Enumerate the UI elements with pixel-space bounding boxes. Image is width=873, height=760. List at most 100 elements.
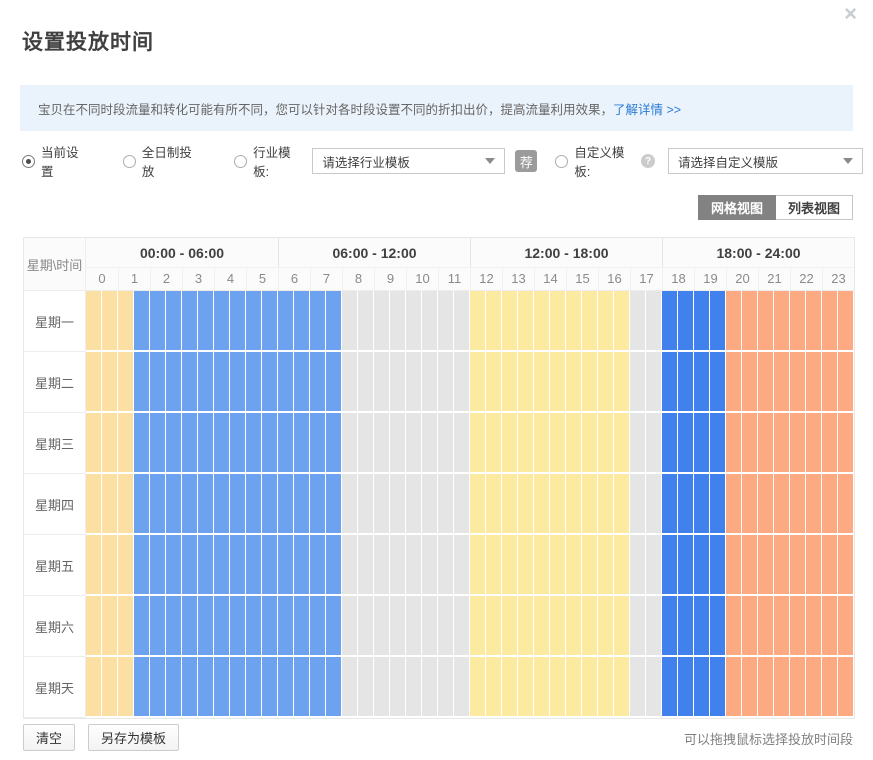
schedule-cell[interactable] <box>598 596 613 655</box>
schedule-cell[interactable] <box>694 596 709 655</box>
schedule-cell[interactable] <box>150 352 165 411</box>
schedule-cell[interactable] <box>518 596 533 655</box>
schedule-cell[interactable] <box>726 657 741 716</box>
schedule-cell[interactable] <box>486 657 501 716</box>
schedule-cell[interactable] <box>614 657 629 716</box>
schedule-cell[interactable] <box>358 596 373 655</box>
schedule-cell[interactable] <box>822 474 837 533</box>
schedule-cell[interactable] <box>198 596 213 655</box>
help-icon[interactable]: ? <box>641 154 655 168</box>
schedule-cell[interactable] <box>742 535 757 594</box>
schedule-cell[interactable] <box>246 474 261 533</box>
schedule-cell[interactable] <box>358 291 373 350</box>
schedule-cell[interactable] <box>502 352 517 411</box>
grid-view-button[interactable]: 网格视图 <box>698 195 776 220</box>
schedule-cell[interactable] <box>550 352 565 411</box>
schedule-cell[interactable] <box>550 535 565 594</box>
schedule-cell[interactable] <box>502 474 517 533</box>
schedule-cell[interactable] <box>390 535 405 594</box>
schedule-cell[interactable] <box>566 596 581 655</box>
schedule-cell[interactable] <box>294 596 309 655</box>
schedule-cell[interactable] <box>278 413 293 472</box>
schedule-cell[interactable] <box>550 413 565 472</box>
schedule-cell[interactable] <box>646 352 661 411</box>
schedule-cell[interactable] <box>406 291 421 350</box>
schedule-cell[interactable] <box>694 657 709 716</box>
schedule-cell[interactable] <box>246 657 261 716</box>
schedule-cell[interactable] <box>774 596 789 655</box>
schedule-cell[interactable] <box>310 413 325 472</box>
schedule-cell[interactable] <box>678 596 693 655</box>
schedule-cell[interactable] <box>550 291 565 350</box>
schedule-cell[interactable] <box>806 352 821 411</box>
schedule-cell[interactable] <box>518 474 533 533</box>
schedule-cell[interactable] <box>166 291 181 350</box>
schedule-cell[interactable] <box>342 413 357 472</box>
schedule-cell[interactable] <box>710 291 725 350</box>
schedule-cell[interactable] <box>470 413 485 472</box>
schedule-cell[interactable] <box>726 291 741 350</box>
schedule-cell[interactable] <box>486 352 501 411</box>
schedule-cell[interactable] <box>470 596 485 655</box>
schedule-cell[interactable] <box>230 535 245 594</box>
schedule-cell[interactable] <box>310 535 325 594</box>
schedule-cell[interactable] <box>822 657 837 716</box>
schedule-cell[interactable] <box>182 291 197 350</box>
schedule-cell[interactable] <box>582 474 597 533</box>
schedule-cell[interactable] <box>102 596 117 655</box>
schedule-cell[interactable] <box>502 657 517 716</box>
schedule-cell[interactable] <box>214 535 229 594</box>
schedule-cell[interactable] <box>118 474 133 533</box>
schedule-cell[interactable] <box>486 413 501 472</box>
schedule-cell[interactable] <box>710 596 725 655</box>
schedule-cell[interactable] <box>358 413 373 472</box>
schedule-cell[interactable] <box>438 596 453 655</box>
schedule-cell[interactable] <box>646 596 661 655</box>
schedule-cell[interactable] <box>278 352 293 411</box>
schedule-cell[interactable] <box>806 657 821 716</box>
schedule-cell[interactable] <box>486 596 501 655</box>
schedule-cell[interactable] <box>246 352 261 411</box>
schedule-cell[interactable] <box>646 474 661 533</box>
schedule-cell[interactable] <box>374 291 389 350</box>
schedule-cell[interactable] <box>342 474 357 533</box>
schedule-cell[interactable] <box>454 291 469 350</box>
schedule-cell[interactable] <box>742 596 757 655</box>
schedule-cell[interactable] <box>838 474 853 533</box>
schedule-cell[interactable] <box>278 291 293 350</box>
schedule-cell[interactable] <box>102 474 117 533</box>
schedule-cell[interactable] <box>166 413 181 472</box>
schedule-cell[interactable] <box>630 596 645 655</box>
schedule-cell[interactable] <box>726 413 741 472</box>
schedule-cell[interactable] <box>342 657 357 716</box>
schedule-cell[interactable] <box>374 352 389 411</box>
custom-template-dropdown[interactable]: 请选择自定义模版 <box>668 148 863 174</box>
schedule-cell[interactable] <box>486 291 501 350</box>
schedule-cell[interactable] <box>534 413 549 472</box>
schedule-cell[interactable] <box>710 413 725 472</box>
schedule-cell[interactable] <box>198 657 213 716</box>
close-icon[interactable]: × <box>844 2 857 26</box>
schedule-cell[interactable] <box>774 657 789 716</box>
schedule-cell[interactable] <box>838 596 853 655</box>
schedule-cell[interactable] <box>294 413 309 472</box>
industry-template-dropdown[interactable]: 请选择行业模板 <box>312 148 505 174</box>
schedule-cell[interactable] <box>294 352 309 411</box>
schedule-cell[interactable] <box>294 474 309 533</box>
schedule-cell[interactable] <box>358 474 373 533</box>
schedule-cell[interactable] <box>326 474 341 533</box>
schedule-cell[interactable] <box>662 596 677 655</box>
learn-more-link[interactable]: 了解详情 >> <box>613 99 681 118</box>
schedule-cell[interactable] <box>406 474 421 533</box>
schedule-cell[interactable] <box>246 596 261 655</box>
schedule-cell[interactable] <box>406 352 421 411</box>
schedule-cell[interactable] <box>166 596 181 655</box>
schedule-cell[interactable] <box>662 474 677 533</box>
schedule-cell[interactable] <box>246 535 261 594</box>
schedule-cell[interactable] <box>822 291 837 350</box>
schedule-cell[interactable] <box>534 596 549 655</box>
schedule-cell[interactable] <box>518 291 533 350</box>
save-as-template-button[interactable]: 另存为模板 <box>88 724 179 751</box>
schedule-cell[interactable] <box>182 474 197 533</box>
schedule-cell[interactable] <box>534 535 549 594</box>
